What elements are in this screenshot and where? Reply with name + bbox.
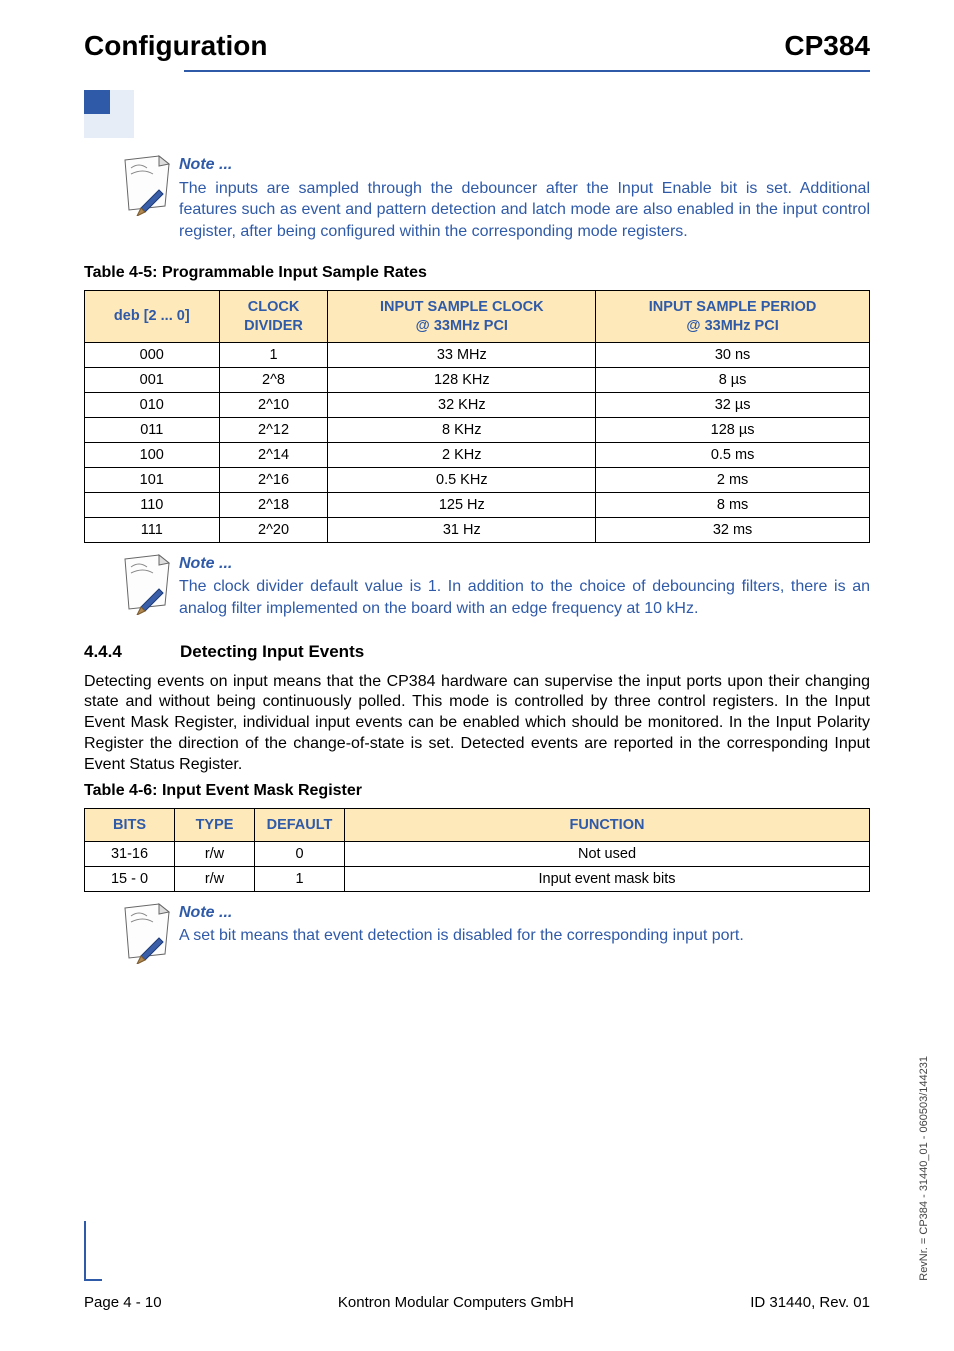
table-cell: 0.5 KHz — [328, 467, 596, 492]
table-cell: 2^18 — [219, 492, 328, 517]
table-cell: 2 ms — [596, 467, 870, 492]
table-cell: 128 µs — [596, 417, 870, 442]
footer-left: Page 4 - 10 — [84, 1294, 162, 1311]
note-text: The inputs are sampled through the debou… — [179, 178, 870, 243]
table-cell: r/w — [175, 866, 255, 891]
table-header: deb [2 ... 0] — [85, 291, 220, 342]
table-cell: 000 — [85, 342, 220, 367]
table-cell: 31-16 — [85, 841, 175, 866]
table-header: DEFAULT — [255, 808, 345, 841]
note-block-1: Note ... The inputs are sampled through … — [119, 154, 870, 242]
note-heading: Note ... — [179, 553, 870, 575]
table-cell: 2^20 — [219, 517, 328, 542]
note-text: The clock divider default value is 1. In… — [179, 576, 870, 619]
table-cell: 2^10 — [219, 392, 328, 417]
brand-logo — [84, 90, 870, 140]
table-row: 1002^142 KHz0.5 ms — [85, 442, 870, 467]
table-cell: 33 MHz — [328, 342, 596, 367]
table-header: BITS — [85, 808, 175, 841]
table-caption-1: Table 4-5: Programmable Input Sample Rat… — [84, 264, 870, 282]
page-header: Configuration CP384 — [84, 30, 870, 66]
footer-right: ID 31440, Rev. 01 — [750, 1294, 870, 1311]
note-icon — [119, 902, 179, 969]
table-header: FUNCTION — [345, 808, 870, 841]
table-cell: 010 — [85, 392, 220, 417]
table-header: TYPE — [175, 808, 255, 841]
table-cell: 2 KHz — [328, 442, 596, 467]
note-block-2: Note ... The clock divider default value… — [119, 553, 870, 620]
table-row: 15 - 0r/w1Input event mask bits — [85, 866, 870, 891]
footer-corner-rule — [84, 1221, 102, 1281]
table-cell: 32 ms — [596, 517, 870, 542]
table-cell: 100 — [85, 442, 220, 467]
table-cell: 31 Hz — [328, 517, 596, 542]
table-cell: 32 KHz — [328, 392, 596, 417]
section-title: Detecting Input Events — [180, 642, 364, 662]
table-cell: 125 Hz — [328, 492, 596, 517]
table-cell: 0 — [255, 841, 345, 866]
table-cell: Input event mask bits — [345, 866, 870, 891]
event-mask-table: BITSTYPEDEFAULTFUNCTION 31-16r/w0Not use… — [84, 808, 870, 892]
section-number: 4.4.4 — [84, 642, 154, 662]
table-header: INPUT SAMPLE PERIOD@ 33MHz PCI — [596, 291, 870, 342]
section-heading: 4.4.4 Detecting Input Events — [84, 642, 870, 662]
table-cell: 32 µs — [596, 392, 870, 417]
side-rev-text: RevNr. = CP384 - 31440_01 - 060503/14423… — [918, 1056, 930, 1281]
table-cell: 2^16 — [219, 467, 328, 492]
table-cell: Not used — [345, 841, 870, 866]
header-left: Configuration — [84, 30, 268, 62]
table-caption-2: Table 4-6: Input Event Mask Register — [84, 782, 870, 800]
table-row: 0112^128 KHz128 µs — [85, 417, 870, 442]
table-row: 000133 MHz30 ns — [85, 342, 870, 367]
footer-center: Kontron Modular Computers GmbH — [338, 1294, 574, 1311]
table-cell: 2^14 — [219, 442, 328, 467]
table-cell: 8 KHz — [328, 417, 596, 442]
table-cell: 2^8 — [219, 367, 328, 392]
section-body: Detecting events on input means that the… — [84, 672, 870, 776]
header-rule — [184, 70, 870, 72]
note-heading: Note ... — [179, 902, 870, 924]
table-row: 1112^2031 Hz32 ms — [85, 517, 870, 542]
note-block-3: Note ... A set bit means that event dete… — [119, 902, 870, 969]
table-header: CLOCKDIVIDER — [219, 291, 328, 342]
note-icon — [119, 154, 179, 242]
note-text: A set bit means that event detection is … — [179, 925, 870, 947]
sample-rates-table: deb [2 ... 0]CLOCKDIVIDERINPUT SAMPLE CL… — [84, 290, 870, 542]
page-footer: Page 4 - 10 Kontron Modular Computers Gm… — [84, 1294, 870, 1311]
table-cell: 001 — [85, 367, 220, 392]
table-cell: 110 — [85, 492, 220, 517]
header-right: CP384 — [784, 30, 870, 62]
table-cell: 128 KHz — [328, 367, 596, 392]
table-row: 1102^18125 Hz8 ms — [85, 492, 870, 517]
table-cell: 30 ns — [596, 342, 870, 367]
table-header: INPUT SAMPLE CLOCK@ 33MHz PCI — [328, 291, 596, 342]
note-icon — [119, 553, 179, 620]
table-cell: r/w — [175, 841, 255, 866]
table-cell: 111 — [85, 517, 220, 542]
table-cell: 2^12 — [219, 417, 328, 442]
table-cell: 8 ms — [596, 492, 870, 517]
table-row: 0102^1032 KHz32 µs — [85, 392, 870, 417]
table-row: 0012^8128 KHz8 µs — [85, 367, 870, 392]
table-cell: 1 — [219, 342, 328, 367]
table-cell: 1 — [255, 866, 345, 891]
table-cell: 15 - 0 — [85, 866, 175, 891]
table-cell: 101 — [85, 467, 220, 492]
table-cell: 011 — [85, 417, 220, 442]
note-heading: Note ... — [179, 154, 870, 176]
table-row: 31-16r/w0Not used — [85, 841, 870, 866]
table-cell: 0.5 ms — [596, 442, 870, 467]
table-cell: 8 µs — [596, 367, 870, 392]
table-row: 1012^160.5 KHz2 ms — [85, 467, 870, 492]
